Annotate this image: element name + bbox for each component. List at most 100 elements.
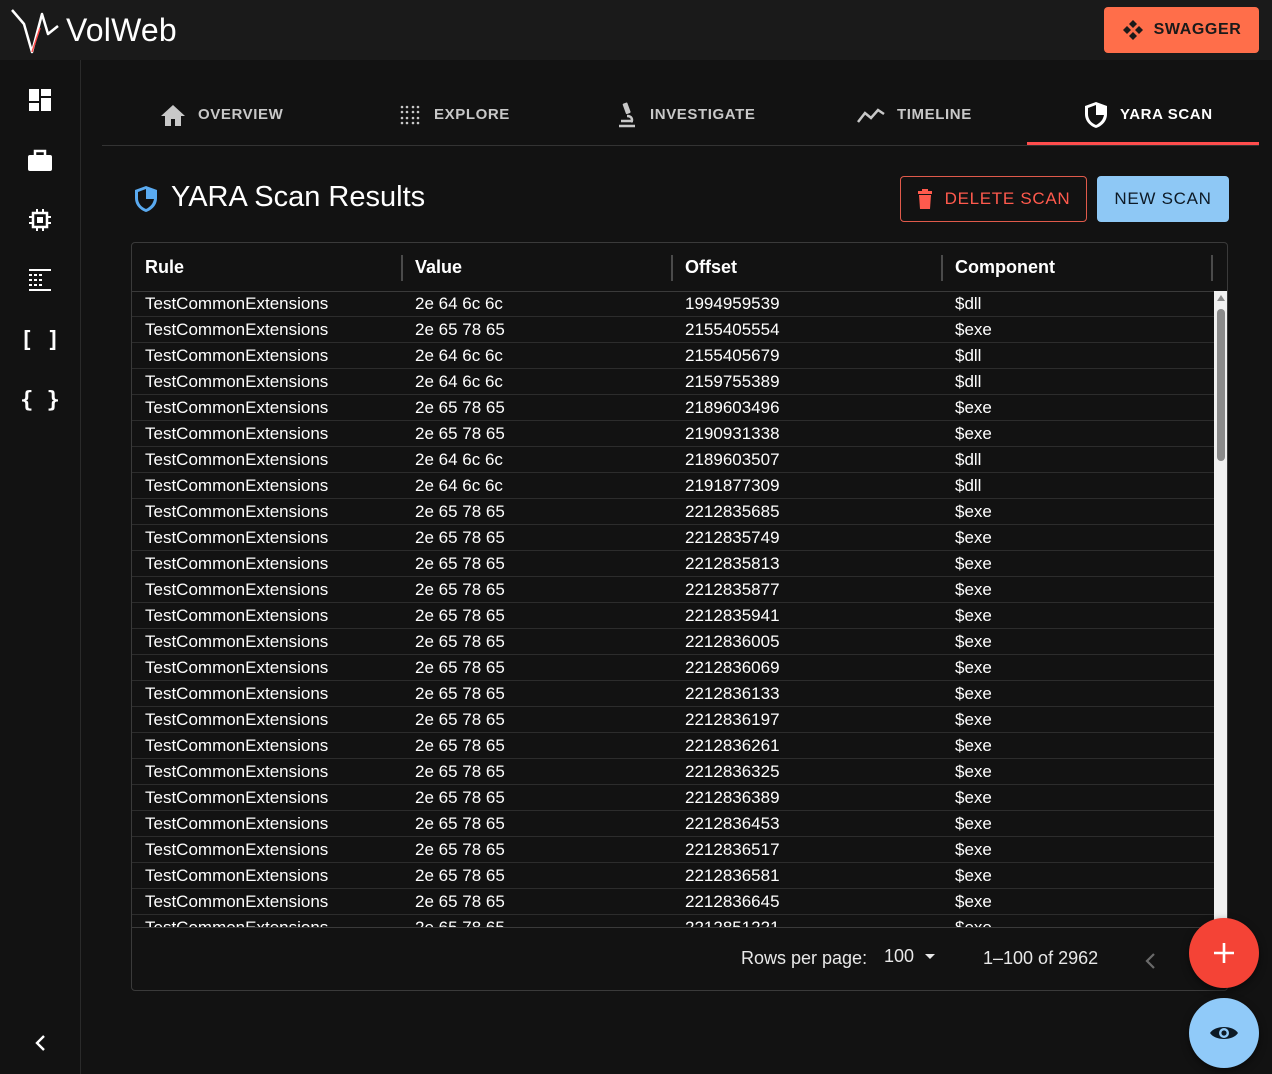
cell-rule: TestCommonExtensions [145,840,329,859]
rows-per-page-select[interactable]: 100 [884,946,936,967]
cell-value: 2e 65 78 65 [415,762,505,781]
cell-component: $dll [955,372,982,391]
caret-down-icon [925,953,936,959]
active-tab-indicator [1027,142,1259,145]
table-row[interactable]: TestCommonExtensions 2e 65 78 65 221285122… [132,915,1214,927]
scroll-up-arrow-icon[interactable] [1217,295,1225,301]
rail-brackets[interactable]: [ ] [20,320,60,360]
cell-component: $exe [955,658,992,677]
cell-rule: TestCommonExtensions [145,736,329,755]
cell-rule: TestCommonExtensions [145,866,329,885]
table-row[interactable]: TestCommonExtensions 2e 65 78 65 221283626… [132,733,1214,759]
view-fab-button[interactable] [1189,998,1259,1068]
column-header-offset[interactable]: Offset [672,243,942,291]
table-row[interactable]: TestCommonExtensions 2e 65 78 65 221283645… [132,811,1214,837]
list-grid-icon [29,269,51,291]
cell-rule: TestCommonExtensions [145,320,329,339]
table-row[interactable]: TestCommonExtensions 2e 65 78 65 219093133… [132,421,1214,447]
table-row[interactable]: TestCommonExtensions 2e 65 78 65 221283606… [132,655,1214,681]
table-row[interactable]: TestCommonExtensions 2e 65 78 65 218960349… [132,395,1214,421]
table-row[interactable]: TestCommonExtensions 2e 65 78 65 221283664… [132,889,1214,915]
table-row[interactable]: TestCommonExtensions 2e 65 78 65 221283581… [132,551,1214,577]
rail-list[interactable] [20,260,60,300]
table-scrollbar[interactable] [1214,291,1227,927]
rail-braces[interactable]: { } [20,380,60,420]
table-row[interactable]: TestCommonExtensions 2e 65 78 65 215540555… [132,317,1214,343]
column-header-rule[interactable]: Rule [132,243,402,291]
cell-rule: TestCommonExtensions [145,658,329,677]
tab-overview[interactable]: OVERVIEW [160,84,283,145]
table-header: Rule Value Offset Component [132,243,1214,292]
tab-explore[interactable]: EXPLORE [398,84,510,145]
cell-value: 2e 65 78 65 [415,554,505,573]
swagger-label: SWAGGER [1153,21,1242,38]
table-row[interactable]: TestCommonExtensions 2e 65 78 65 221283594… [132,603,1214,629]
yara-results-table: Rule Value Offset Component TestCommonEx… [131,242,1228,991]
rail-cases[interactable] [20,140,60,180]
cell-value: 2e 65 78 65 [415,528,505,547]
shield-icon [1085,101,1107,128]
column-header-component[interactable]: Component [942,243,1212,291]
table-row[interactable]: TestCommonExtensions 2e 64 6c 6c 215975538… [132,369,1214,395]
table-row[interactable]: TestCommonExtensions 2e 65 78 65 221283638… [132,785,1214,811]
table-row[interactable]: TestCommonExtensions 2e 65 78 65 221283651… [132,837,1214,863]
app-logo-text: VolWeb [66,12,177,48]
table-row[interactable]: TestCommonExtensions 2e 65 78 65 221283600… [132,629,1214,655]
cell-offset: 2212836645 [685,892,780,911]
cell-rule: TestCommonExtensions [132,915,328,927]
microscope-icon [619,102,635,127]
table-row[interactable]: TestCommonExtensions 2e 65 78 65 221283613… [132,681,1214,707]
table-row[interactable]: TestCommonExtensions 2e 65 78 65 221283632… [132,759,1214,785]
cell-component: $exe [955,632,992,651]
cell-offset: 2212835813 [685,554,780,573]
add-fab-button[interactable] [1189,918,1259,988]
cell-offset: 2212836069 [685,658,780,677]
column-separator[interactable] [1211,255,1213,281]
new-scan-button[interactable]: NEW SCAN [1097,176,1229,222]
cell-value: 2e 65 78 65 [415,606,505,625]
cell-offset: 2189603507 [685,450,780,469]
cell-component: $dll [955,476,982,495]
tab-investigate[interactable]: INVESTIGATE [616,84,756,145]
cell-rule: TestCommonExtensions [145,372,329,391]
cell-value: 2e 65 78 65 [415,788,505,807]
cell-offset: 2212835941 [685,606,780,625]
scrollbar-thumb[interactable] [1217,309,1225,461]
cell-offset: 2190931338 [685,424,780,443]
cell-rule: TestCommonExtensions [145,632,329,651]
cell-value: 2e 65 78 65 [415,424,505,443]
tab-yara-scan[interactable]: YARA SCAN [1084,84,1213,145]
cell-rule: TestCommonExtensions [145,502,329,521]
delete-scan-button[interactable]: DELETE SCAN [900,176,1087,222]
cell-rule: TestCommonExtensions [145,346,329,365]
cell-component: $exe [955,606,992,625]
cell-offset: 2212835685 [685,502,780,521]
table-row[interactable]: TestCommonExtensions 2e 65 78 65 221283568… [132,499,1214,525]
table-row[interactable]: TestCommonExtensions 2e 64 6c 6c 199495953… [132,291,1214,317]
column-header-value[interactable]: Value [402,243,672,291]
cell-offset: 2155405554 [685,320,780,339]
table-row[interactable]: TestCommonExtensions 2e 65 78 65 221283619… [132,707,1214,733]
table-row[interactable]: TestCommonExtensions 2e 65 78 65 221283658… [132,863,1214,889]
table-row[interactable]: TestCommonExtensions 2e 64 6c 6c 218960350… [132,447,1214,473]
swagger-icon [1122,20,1143,40]
rail-dashboard[interactable] [20,80,60,120]
chevron-left-icon[interactable] [1144,952,1156,970]
table-row[interactable]: TestCommonExtensions 2e 64 6c 6c 219187730… [132,473,1214,499]
cell-rule: TestCommonExtensions [145,814,329,833]
rail-memory[interactable] [20,200,60,240]
chevron-left-icon[interactable] [30,1032,50,1054]
tab-timeline[interactable]: TIMELINE [857,84,972,145]
table-row[interactable]: TestCommonExtensions 2e 65 78 65 221283587… [132,577,1214,603]
table-row[interactable]: TestCommonExtensions 2e 65 78 65 221283574… [132,525,1214,551]
table-row[interactable]: TestCommonExtensions 2e 64 6c 6c 215540567… [132,343,1214,369]
brackets-icon: [ ] [20,327,60,353]
cell-offset: 2191877309 [685,476,780,495]
cell-offset: 2212835749 [685,528,780,547]
cell-rule: TestCommonExtensions [145,684,329,703]
briefcase-icon [28,149,52,171]
cell-value: 2e 65 78 65 [415,580,505,599]
swagger-button[interactable]: SWAGGER [1104,7,1259,53]
cell-rule: TestCommonExtensions [145,294,329,313]
cell-component: $exe [955,554,992,573]
